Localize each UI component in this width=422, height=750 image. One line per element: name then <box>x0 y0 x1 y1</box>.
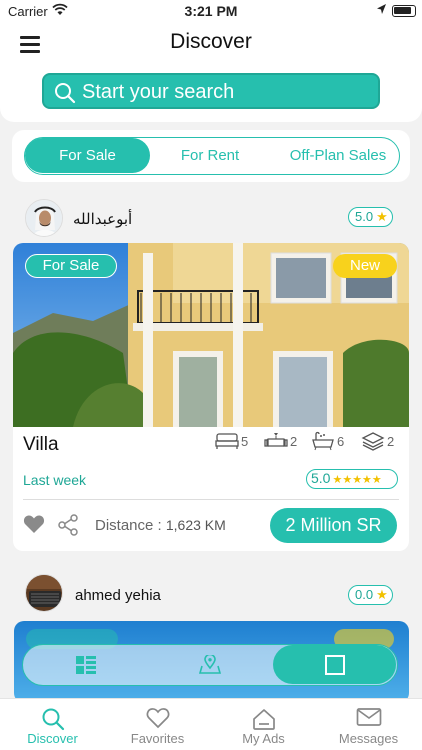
bed-icon <box>215 433 239 449</box>
sofa-icon <box>264 433 288 447</box>
tab-for-sale[interactable]: For Sale <box>25 138 150 173</box>
clock: 3:21 PM <box>184 3 238 19</box>
avatar[interactable] <box>25 574 63 612</box>
tab-for-rent[interactable]: For Rent <box>150 138 270 173</box>
bottom-nav: Discover Favorites My Ads Messages <box>0 698 422 750</box>
nav-favorites[interactable]: Favorites <box>105 699 210 750</box>
nav-favorites-label: Favorites <box>130 731 185 746</box>
status-bar: Carrier 3:21 PM <box>0 0 422 22</box>
list-view-button[interactable] <box>23 645 148 684</box>
new-badge: New <box>333 254 397 278</box>
map-view-button[interactable] <box>148 645 272 684</box>
star-icon: ★ <box>376 587 388 602</box>
tab-off-plan-sales[interactable]: Off-Plan Sales <box>275 138 401 173</box>
seller-name: أبوعبدالله <box>73 211 133 228</box>
seller-rating-badge: 5.0 ★ <box>348 207 393 227</box>
location-arrow-icon <box>376 3 387 18</box>
list-icon <box>75 655 96 674</box>
star-icon: ★ <box>376 209 388 224</box>
seller-rating-value: 0.0 <box>355 587 374 602</box>
floors-icon <box>361 432 385 451</box>
grid-view-button[interactable] <box>273 645 396 684</box>
property-title: Villa <box>23 434 59 455</box>
bathrooms-feature: 6 <box>311 431 344 455</box>
nav-my-ads-label: My Ads <box>242 731 285 746</box>
distance-info: Distance : 1,623 KM <box>95 517 226 534</box>
seller-name: ahmed yehia <box>75 587 161 604</box>
share-icon[interactable] <box>57 514 79 541</box>
listing-rating-value: 5.0 <box>311 470 331 486</box>
bedrooms-feature: 5 <box>215 431 248 455</box>
search-icon <box>55 83 76 104</box>
seller-rating-value: 5.0 <box>355 209 374 224</box>
distance-value: 1,623 KM <box>165 517 226 533</box>
favorite-heart-icon[interactable] <box>23 514 45 539</box>
heart-icon <box>146 708 169 729</box>
search-bar[interactable] <box>42 73 380 109</box>
distance-label: Distance : <box>95 517 162 534</box>
avatar[interactable] <box>25 199 63 237</box>
listing-status-pill: For Sale <box>25 254 117 278</box>
divider <box>23 499 399 500</box>
view-mode-toggle <box>22 644 398 686</box>
floors-feature: 2 <box>361 431 394 455</box>
listing-date: Last week <box>23 472 87 488</box>
listing-type-tabs: For Sale For Rent Off-Plan Sales <box>24 137 400 175</box>
bathrooms-count: 6 <box>337 433 345 449</box>
living-rooms-count: 2 <box>290 433 298 449</box>
floors-count: 2 <box>387 433 395 449</box>
nav-messages[interactable]: Messages <box>316 699 421 750</box>
map-pin-icon <box>199 654 221 674</box>
listing-card[interactable]: For Sale New Villa 5 2 6 2 Last week 5.0… <box>13 243 409 551</box>
battery-icon <box>392 5 416 17</box>
listing-type-tabs-card: For Sale For Rent Off-Plan Sales <box>12 130 410 182</box>
five-stars-icon: ★★★★★ <box>332 474 382 486</box>
grid-icon <box>324 654 345 675</box>
bedrooms-count: 5 <box>241 433 249 449</box>
nav-messages-label: Messages <box>338 731 399 746</box>
nav-discover[interactable]: Discover <box>0 699 105 750</box>
page-title: Discover <box>170 30 252 53</box>
bathtub-icon <box>312 431 334 451</box>
nav-discover-label: Discover <box>27 731 78 746</box>
home-icon <box>252 709 275 730</box>
listing-rating-badge: 5.0 ★★★★★ <box>306 469 398 489</box>
mail-icon <box>356 708 381 726</box>
price-button[interactable]: 2 Million SR <box>270 508 397 543</box>
nav-my-ads[interactable]: My Ads <box>211 699 316 750</box>
search-input[interactable] <box>82 80 362 104</box>
living-rooms-feature: 2 <box>264 431 297 455</box>
search-icon <box>42 708 64 731</box>
header: Discover <box>0 22 422 122</box>
seller-rating-badge: 0.0 ★ <box>348 585 393 605</box>
